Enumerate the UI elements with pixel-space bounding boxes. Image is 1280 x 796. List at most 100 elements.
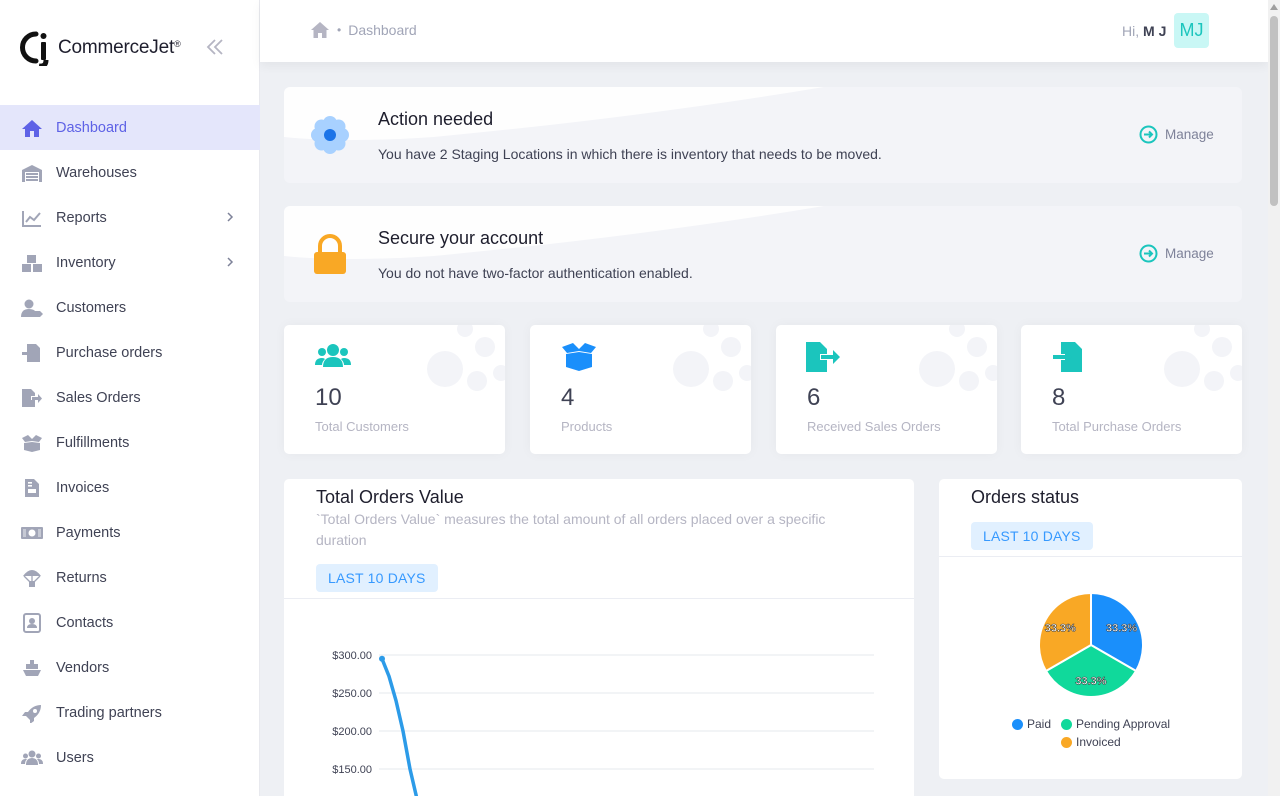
rocket-icon (22, 704, 41, 723)
page-scrollbar[interactable] (1268, 0, 1280, 796)
sidebar-item-inventory[interactable]: Inventory (0, 240, 260, 285)
data-point[interactable] (379, 655, 385, 662)
lock-icon (314, 234, 346, 274)
sidebar-item-sales-orders[interactable]: Sales Orders (0, 375, 260, 420)
arrow-circle-right-icon (1139, 244, 1158, 263)
sidebar-item-invoices[interactable]: Invoices (0, 465, 260, 510)
stat-card-customers[interactable]: 10 Total Customers (284, 325, 505, 454)
panel-title: Orders status (971, 487, 1080, 507)
panel-description: `Total Orders Value` measures the total … (316, 511, 826, 548)
avatar[interactable]: MJ (1174, 13, 1209, 48)
sidebar-item-warehouses[interactable]: Warehouses (0, 150, 260, 195)
sidebar-item-label: Payments (56, 524, 121, 541)
money-bill-icon (21, 526, 43, 539)
user-tag-icon (21, 299, 43, 317)
sidebar-item-payments[interactable]: Payments (0, 510, 260, 555)
brand-name: CommerceJet (58, 37, 175, 58)
y-tick-label: $200.00 (332, 726, 372, 738)
pie-chart: 33.3% 33.3% 33.3% (1038, 591, 1144, 698)
brand-logo[interactable]: CommerceJet ® (20, 28, 181, 68)
stat-label: Products (561, 419, 613, 434)
sidebar-item-label: Vendors (56, 659, 110, 676)
topbar: • Dashboard Hi, M J MJ (260, 0, 1268, 62)
sidebar-item-label: Trading partners (56, 704, 162, 721)
bubbles-decoration (673, 325, 751, 391)
stat-card-sales-orders[interactable]: 6 Received Sales Orders (776, 325, 997, 454)
alert-title: Secure your account (378, 228, 544, 248)
chart-line-icon (22, 210, 41, 227)
series-line (380, 657, 419, 796)
alert-title: Action needed (378, 109, 494, 129)
manage-link[interactable]: Manage (1139, 244, 1214, 263)
pie-data-label: 33.3% (1045, 622, 1076, 634)
y-tick-label: $150.00 (332, 764, 372, 776)
bubbles-decoration (919, 325, 997, 391)
sidebar-item-label: Inventory (56, 254, 116, 271)
chevron-right-icon (227, 257, 234, 267)
legend-item-invoiced[interactable]: Invoiced (1061, 735, 1121, 749)
manage-label: Manage (1165, 246, 1214, 261)
stat-card-purchase-orders[interactable]: 8 Total Purchase Orders (1021, 325, 1242, 454)
sidebar-item-fulfillments[interactable]: Fulfillments (0, 420, 260, 465)
sidebar-item-dashboard[interactable]: Dashboard (0, 105, 260, 150)
ship-icon (23, 659, 41, 676)
sidebar-item-label: Purchase orders (56, 344, 163, 361)
sidebar-item-label: Returns (56, 569, 107, 586)
sidebar-item-trading-partners[interactable]: Trading partners (0, 690, 260, 735)
sidebar-item-returns[interactable]: Returns (0, 555, 260, 600)
sidebar-item-label: Customers (56, 299, 127, 316)
stat-card-products[interactable]: 4 Products (530, 325, 751, 454)
stat-value: 6 (807, 384, 821, 411)
divider (939, 556, 1242, 557)
arrow-circle-right-icon (1139, 125, 1158, 144)
date-range-filter[interactable]: LAST 10 DAYS (971, 522, 1093, 550)
sidebar-item-reports[interactable]: Reports (0, 195, 260, 240)
parachute-box-icon (23, 569, 41, 587)
manage-link[interactable]: Manage (1139, 125, 1214, 144)
scroll-up-arrow-icon[interactable] (1270, 4, 1278, 10)
sidebar: CommerceJet ® Dashboard Warehouses Reports I… (0, 0, 260, 796)
sidebar-item-label: Users (56, 749, 94, 766)
scroll-thumb[interactable] (1270, 16, 1278, 206)
boxes-icon (22, 254, 42, 272)
sidebar-item-label: Dashboard (56, 119, 127, 136)
sidebar-item-label: Warehouses (56, 164, 137, 181)
sidebar-item-customers[interactable]: Customers (0, 285, 260, 330)
user-greeting: Hi, M J (1122, 23, 1166, 39)
box-open-icon (562, 343, 596, 371)
sidebar-item-vendors[interactable]: Vendors (0, 645, 260, 690)
y-tick-label: $300.00 (332, 650, 372, 662)
sidebar-item-label: Fulfillments (56, 434, 130, 451)
stat-value: 10 (315, 384, 342, 411)
box-open-icon (22, 434, 42, 452)
chevron-right-icon (227, 212, 234, 222)
pie-data-label: 33.3% (1075, 675, 1106, 687)
sidebar-item-label: Invoices (56, 479, 110, 496)
legend-item-paid[interactable]: Paid (1012, 717, 1051, 731)
sidebar-item-contacts[interactable]: Contacts (0, 600, 260, 645)
date-range-filter[interactable]: LAST 10 DAYS (316, 564, 438, 592)
legend-dot (1061, 736, 1072, 748)
manage-label: Manage (1165, 127, 1214, 142)
card-swoosh-decoration (284, 87, 824, 140)
stat-label: Total Customers (315, 419, 409, 434)
sidebar-item-purchase-orders[interactable]: Purchase orders (0, 330, 260, 375)
breadcrumb-separator: • (337, 23, 342, 37)
file-export-icon (806, 342, 840, 372)
legend-dot (1061, 718, 1072, 730)
legend-item-pending[interactable]: Pending Approval (1061, 717, 1170, 731)
card-swoosh-decoration (284, 206, 824, 259)
home-icon[interactable] (310, 21, 330, 39)
legend-dot (1012, 718, 1023, 730)
bubbles-decoration (427, 325, 505, 391)
legend-label: Paid (1027, 717, 1052, 731)
sidebar-item-users[interactable]: Users (0, 735, 260, 780)
collapse-sidebar-icon[interactable] (204, 36, 226, 58)
alert-description: You do not have two-factor authenticatio… (378, 265, 693, 281)
brand-trademark: ® (174, 39, 181, 49)
line-chart: $300.00 $250.00 $200.00 $150.00 (332, 650, 874, 796)
divider (284, 598, 914, 599)
breadcrumb-current: Dashboard (348, 22, 417, 38)
file-export-icon (22, 388, 42, 407)
legend-label: Invoiced (1076, 735, 1121, 749)
